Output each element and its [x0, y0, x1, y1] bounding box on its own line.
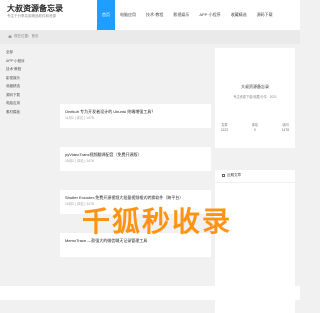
nav-item-tutorials[interactable]: 技术·教程	[141, 0, 168, 30]
category-sidebar: 全部 APP·小程序 技术·教程 影视娱乐 收藏精选 源码下载 电脑应用 素材模…	[6, 48, 47, 116]
nav-item-favorites[interactable]: 收藏精选	[226, 0, 252, 30]
nav-item-home[interactable]: 首页	[97, 0, 115, 30]
sidebar-item-entertainment[interactable]: 影视娱乐	[6, 74, 47, 83]
logo-title: 大叔资源备忘录	[7, 4, 63, 13]
sidebar-item-all[interactable]: 全部	[6, 48, 47, 57]
home-icon	[8, 35, 12, 38]
footer	[0, 286, 300, 300]
latest-posts-label: 近期文章	[222, 173, 241, 178]
profile-name: 大叔资源备忘录	[241, 84, 269, 89]
latest-posts-header: 近期文章	[215, 170, 295, 182]
article-list: Onekuh 专为开发者设计的 Ubuntu 终端增强工具？ 11月2 | 评论…	[60, 104, 211, 271]
stat-articles: 文章 1123	[221, 123, 228, 133]
stat-visits: 访问 1478	[282, 123, 289, 133]
stat-comments: 评论 0	[252, 123, 258, 133]
sidebar-item-apps[interactable]: APP·小程序	[6, 57, 47, 66]
logo-subtitle: 专注于分享实用精品软件和资源	[7, 14, 56, 18]
main-nav: 首页 电脑应用 技术·教程 影视娱乐 APP·小程序 收藏精选 源码下载	[97, 0, 278, 30]
watermark: 千狐秒收录	[82, 205, 233, 238]
breadcrumb-text[interactable]: 现在位置：首页	[14, 34, 39, 39]
breadcrumb-bar: 现在位置：首页	[0, 30, 300, 44]
latest-posts-title: 近期文章	[227, 173, 241, 177]
nav-item-source-code[interactable]: 源码下载	[252, 0, 278, 30]
right-sidebar: 大叔资源备忘录 专注资源下载/收藏/分享 · 2021 文章 1123 评论 0…	[215, 48, 295, 313]
profile-stats: 文章 1123 评论 0 访问 1478	[221, 123, 289, 133]
header: 大叔资源备忘录 专注于分享实用精品软件和资源 首页 电脑应用 技术·教程 影视娱…	[0, 0, 300, 30]
stat-label: 1478	[281, 128, 289, 132]
profile-card: 大叔资源备忘录 专注资源下载/收藏/分享 · 2021 文章 1123 评论 0…	[215, 48, 295, 148]
list-icon	[222, 174, 225, 177]
sidebar-item-source-code[interactable]: 源码下载	[6, 91, 47, 100]
site-logo[interactable]: 大叔资源备忘录 专注于分享实用精品软件和资源	[7, 4, 63, 19]
article-meta: 10月2 | 评论 | 1478	[65, 159, 94, 163]
nav-item-entertainment[interactable]: 影视娱乐	[168, 0, 194, 30]
nav-item-pc-apps[interactable]: 电脑应用	[115, 0, 141, 30]
list-item[interactable]: Onekuh 专为开发者设计的 Ubuntu 终端增强工具？ 11月2 | 评论…	[60, 104, 211, 128]
article-meta: 11月2 | 评论 | 1478	[65, 116, 94, 120]
breadcrumb: 现在位置：首页	[8, 34, 39, 39]
profile-desc: 专注资源下载/收藏/分享 · 2021	[233, 95, 277, 99]
stat-label: 0	[253, 128, 256, 132]
sidebar-item-favorites[interactable]: 收藏精选	[6, 82, 47, 91]
list-item[interactable]: pyVideoTrans视频翻译配音（免费开源版） 10月2 | 评论 | 14…	[60, 147, 211, 171]
nav-item-apps[interactable]: APP·小程序	[194, 0, 225, 30]
sidebar-item-pc-apps[interactable]: 电脑应用	[6, 99, 47, 108]
stat-label: 1123	[221, 128, 228, 132]
sidebar-item-templates[interactable]: 素材模板	[6, 108, 47, 117]
sidebar-item-tutorials[interactable]: 技术·教程	[6, 65, 47, 74]
